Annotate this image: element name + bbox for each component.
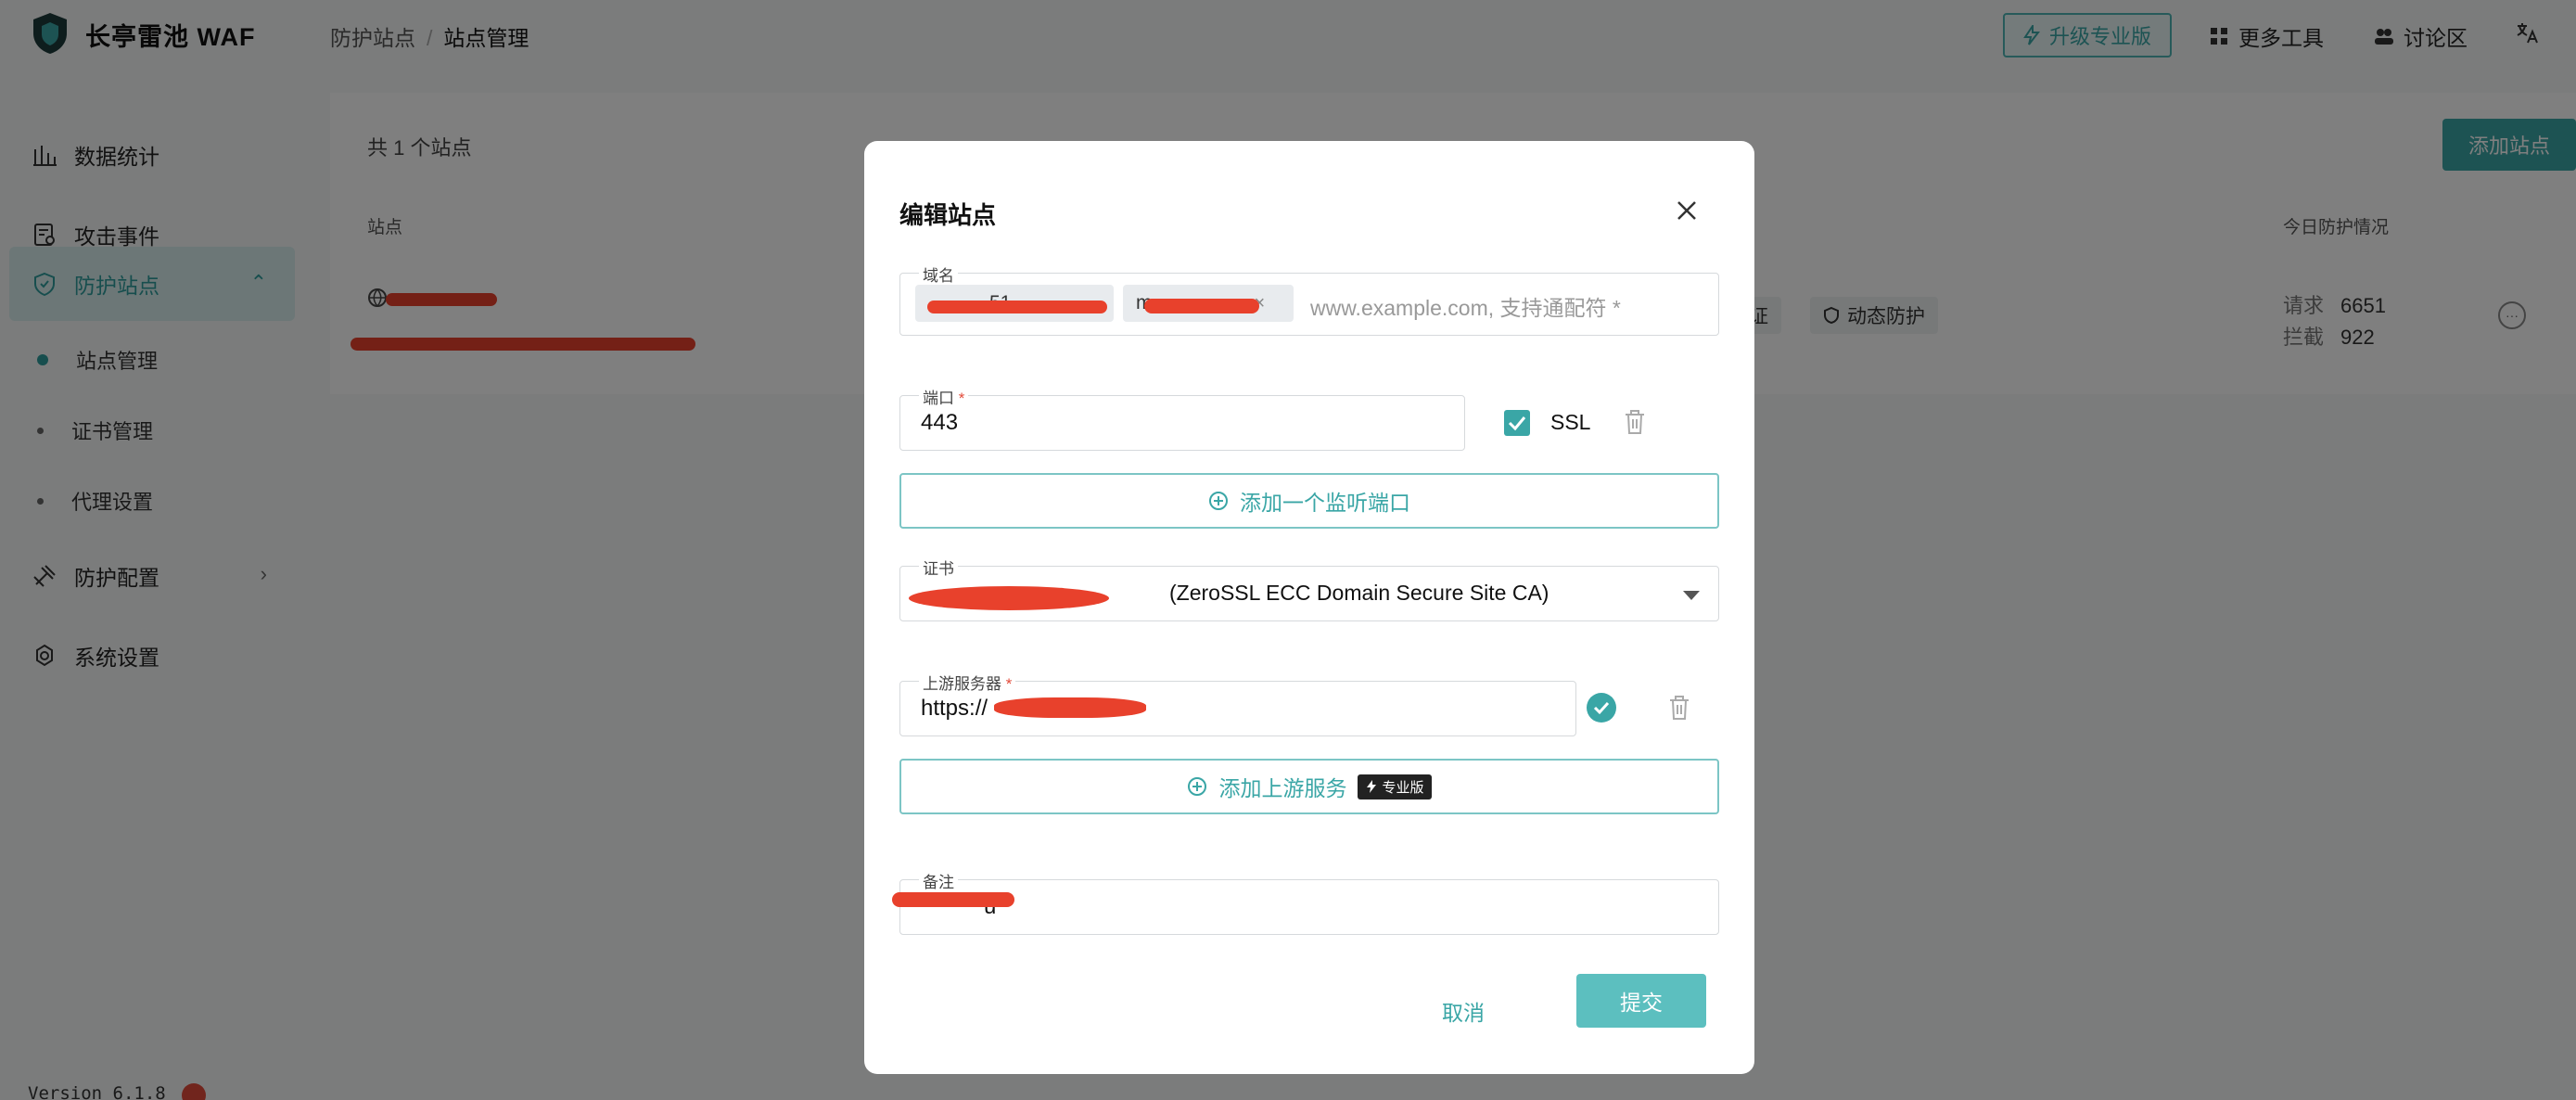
edit-site-modal: 编辑站点 域名 51 m × www.example.com, 支持通配符 * … bbox=[864, 141, 1754, 1074]
pro-badge-label: 专业版 bbox=[1382, 779, 1424, 796]
redaction-mark bbox=[994, 697, 1146, 718]
pro-badge: 专业版 bbox=[1358, 774, 1432, 799]
add-upstream-label: 添加上游服务 bbox=[1218, 776, 1347, 800]
modal-title: 编辑站点 bbox=[899, 201, 997, 229]
trash-icon[interactable] bbox=[1667, 694, 1691, 722]
plus-circle-icon bbox=[1188, 777, 1207, 796]
valid-check-icon bbox=[1587, 693, 1616, 723]
upstream-value: https:// bbox=[921, 696, 988, 721]
add-port-button[interactable]: 添加一个监听端口 bbox=[899, 473, 1719, 529]
remark-field[interactable]: 备注 u bbox=[899, 869, 1719, 935]
cancel-button[interactable]: 取消 bbox=[1415, 985, 1511, 1037]
redaction-mark bbox=[927, 301, 1107, 313]
upstream-label-text: 上游服务器 bbox=[923, 675, 1001, 693]
ssl-label: SSL bbox=[1550, 410, 1591, 434]
redaction-mark bbox=[909, 586, 1109, 610]
port-field[interactable]: 端口 * 443 bbox=[899, 385, 1465, 451]
port-label-text: 端口 bbox=[923, 390, 954, 407]
port-value: 443 bbox=[921, 410, 959, 435]
submit-button[interactable]: 提交 bbox=[1576, 974, 1706, 1028]
cert-value: (ZeroSSL ECC Domain Secure Site CA) bbox=[1169, 581, 1549, 605]
bolt-icon bbox=[1367, 780, 1377, 793]
required-mark: * bbox=[1005, 675, 1013, 693]
plus-circle-icon bbox=[1209, 492, 1228, 510]
remark-label: 备注 bbox=[919, 869, 958, 892]
trash-icon[interactable] bbox=[1623, 408, 1647, 436]
add-upstream-button[interactable]: 添加上游服务 专业版 bbox=[899, 759, 1719, 814]
add-port-label: 添加一个监听端口 bbox=[1240, 491, 1410, 515]
redaction-mark bbox=[1144, 299, 1259, 313]
close-icon[interactable] bbox=[1673, 197, 1701, 224]
cert-label: 证书 bbox=[919, 556, 958, 579]
domain-label: 域名 bbox=[919, 262, 958, 286]
domain-placeholder: www.example.com, 支持通配符 * bbox=[1310, 296, 1621, 320]
ssl-checkbox[interactable] bbox=[1504, 410, 1530, 436]
upstream-label: 上游服务器 * bbox=[919, 671, 1016, 694]
dropdown-arrow-icon bbox=[1683, 591, 1700, 600]
port-label: 端口 * bbox=[919, 385, 969, 408]
redaction-mark bbox=[892, 892, 1014, 907]
required-mark: * bbox=[958, 390, 965, 407]
check-icon bbox=[1508, 416, 1526, 431]
check-icon bbox=[1593, 701, 1610, 715]
